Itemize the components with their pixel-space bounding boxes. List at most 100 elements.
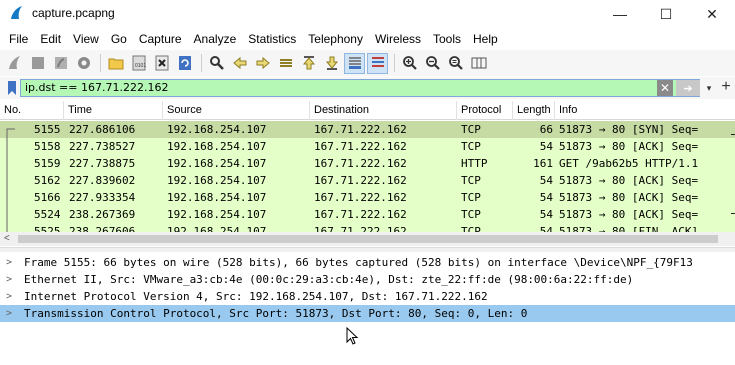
- minimize-button[interactable]: —: [597, 0, 643, 28]
- scrollbar-marker: [731, 213, 735, 214]
- normal-size-icon[interactable]: [445, 53, 466, 74]
- packet-time: 227.839602: [69, 174, 136, 187]
- packet-no: 5525: [34, 225, 61, 232]
- menu-edit[interactable]: Edit: [35, 28, 66, 50]
- packet-length: 161: [533, 157, 553, 170]
- packet-length: 66: [539, 123, 553, 136]
- detail-text: Frame 5155: 66 bytes on wire (528 bits),…: [24, 256, 693, 269]
- packet-no: 5155: [34, 123, 61, 136]
- menu-go[interactable]: Go: [106, 28, 132, 50]
- toolbar-separator: [100, 54, 101, 72]
- packet-time: 238.267606: [69, 225, 136, 232]
- packet-row[interactable]: 5162 227.839602 192.168.254.107 167.71.2…: [0, 172, 735, 189]
- packet-list-horizontal-scrollbar[interactable]: <: [0, 232, 735, 246]
- conversation-line-icon: [6, 189, 8, 206]
- menu-view[interactable]: View: [68, 28, 104, 50]
- scrollbar-marker: [731, 134, 735, 135]
- bookmark-icon[interactable]: [6, 80, 18, 96]
- close-button[interactable]: ✕: [689, 0, 735, 28]
- packet-time: 227.738527: [69, 140, 136, 153]
- go-to-packet-icon[interactable]: [275, 53, 296, 74]
- expand-arrow-icon[interactable]: >: [6, 271, 12, 288]
- detail-text: Ethernet II, Src: VMware_a3:cb:4e (00:0c…: [24, 273, 634, 286]
- chevron-down-icon[interactable]: ▾: [702, 80, 716, 96]
- menu-capture[interactable]: Capture: [134, 28, 187, 50]
- zoom-out-icon[interactable]: [422, 53, 443, 74]
- packet-time: 227.933354: [69, 191, 136, 204]
- conversation-line-icon: [6, 206, 8, 223]
- scrollbar-thumb[interactable]: [18, 235, 718, 243]
- find-packet-icon[interactable]: [206, 53, 227, 74]
- expand-arrow-icon[interactable]: >: [6, 288, 12, 305]
- start-capture-icon[interactable]: [4, 53, 25, 74]
- packet-row[interactable]: 5159 227.738875 192.168.254.107 167.71.2…: [0, 155, 735, 172]
- conversation-line-icon: [6, 138, 8, 155]
- detail-row-ethernet[interactable]: > Ethernet II, Src: VMware_a3:cb:4e (00:…: [0, 271, 735, 288]
- packet-row[interactable]: 5524 238.267369 192.168.254.107 167.71.2…: [0, 206, 735, 223]
- restart-capture-icon[interactable]: [50, 53, 71, 74]
- packet-row[interactable]: 5155 227.686106 192.168.254.107 167.71.2…: [0, 121, 735, 138]
- close-file-icon[interactable]: [151, 53, 172, 74]
- display-filter-bar: ip.dst == 167.71.222.162 ✕ ➔ ▾ +: [0, 77, 735, 99]
- menu-telephony[interactable]: Telephony: [303, 28, 368, 50]
- maximize-button[interactable]: ☐: [643, 0, 689, 28]
- column-header-info[interactable]: Info: [555, 101, 735, 120]
- detail-text: Internet Protocol Version 4, Src: 192.16…: [24, 290, 488, 303]
- detail-row-frame[interactable]: > Frame 5155: 66 bytes on wire (528 bits…: [0, 254, 735, 271]
- packet-details[interactable]: > Frame 5155: 66 bytes on wire (528 bits…: [0, 252, 735, 365]
- packet-row[interactable]: 5158 227.738527 192.168.254.107 167.71.2…: [0, 138, 735, 155]
- svg-text:0101: 0101: [135, 63, 146, 69]
- column-header-destination[interactable]: Destination: [310, 101, 457, 120]
- packet-length: 54: [539, 191, 553, 204]
- first-packet-icon[interactable]: [298, 53, 319, 74]
- packet-row[interactable]: 5525 238.267606 192.168.254.107 167.71.2…: [0, 223, 735, 232]
- packet-protocol: TCP: [461, 174, 481, 187]
- expand-arrow-icon[interactable]: >: [6, 305, 12, 322]
- toolbar-separator: [201, 54, 202, 72]
- display-filter-input[interactable]: ip.dst == 167.71.222.162: [20, 79, 700, 97]
- menu-statistics[interactable]: Statistics: [243, 28, 301, 50]
- reload-file-icon[interactable]: [174, 53, 195, 74]
- packet-no: 5158: [34, 140, 61, 153]
- zoom-in-icon[interactable]: [399, 53, 420, 74]
- save-file-icon[interactable]: 0101: [128, 53, 149, 74]
- packet-no: 5166: [34, 191, 61, 204]
- menu-help[interactable]: Help: [468, 28, 503, 50]
- go-forward-icon[interactable]: [252, 53, 273, 74]
- stop-capture-icon[interactable]: [27, 53, 48, 74]
- go-back-icon[interactable]: [229, 53, 250, 74]
- packet-source: 192.168.254.107: [167, 123, 267, 136]
- resize-columns-icon[interactable]: [468, 53, 489, 74]
- packet-no: 5162: [34, 174, 61, 187]
- add-filter-button[interactable]: +: [718, 78, 734, 96]
- toolbar-separator: [394, 54, 395, 72]
- packet-list[interactable]: No. Time Source Destination Protocol Len…: [0, 101, 735, 232]
- packet-source: 192.168.254.107: [167, 157, 267, 170]
- column-header-source[interactable]: Source: [163, 101, 310, 120]
- detail-row-ip[interactable]: > Internet Protocol Version 4, Src: 192.…: [0, 288, 735, 305]
- autoscroll-icon[interactable]: [344, 52, 365, 74]
- menu-bar: File Edit View Go Capture Analyze Statis…: [0, 28, 735, 50]
- apply-filter-icon[interactable]: ➔: [676, 80, 700, 96]
- last-packet-icon[interactable]: [321, 53, 342, 74]
- capture-options-icon[interactable]: [73, 53, 94, 74]
- packet-time: 227.686106: [69, 123, 136, 136]
- menu-tools[interactable]: Tools: [428, 28, 466, 50]
- colorize-icon[interactable]: [367, 52, 388, 74]
- detail-row-tcp[interactable]: > Transmission Control Protocol, Src Por…: [0, 305, 735, 322]
- menu-analyze[interactable]: Analyze: [189, 28, 242, 50]
- open-file-icon[interactable]: [105, 53, 126, 74]
- column-header-time[interactable]: Time: [64, 101, 163, 120]
- clear-filter-icon[interactable]: ✕: [657, 80, 673, 96]
- column-header-no[interactable]: No.: [0, 101, 64, 120]
- menu-wireless[interactable]: Wireless: [370, 28, 426, 50]
- column-header-length[interactable]: Length: [513, 101, 555, 120]
- expand-arrow-icon[interactable]: >: [6, 254, 12, 271]
- packet-source: 192.168.254.107: [167, 174, 267, 187]
- menu-file[interactable]: File: [4, 28, 33, 50]
- packet-length: 54: [539, 225, 553, 232]
- packet-row[interactable]: 5166 227.933354 192.168.254.107 167.71.2…: [0, 189, 735, 206]
- column-header-protocol[interactable]: Protocol: [457, 101, 513, 120]
- scroll-left-arrow-icon[interactable]: <: [4, 233, 10, 244]
- detail-text: Transmission Control Protocol, Src Port:…: [24, 307, 528, 320]
